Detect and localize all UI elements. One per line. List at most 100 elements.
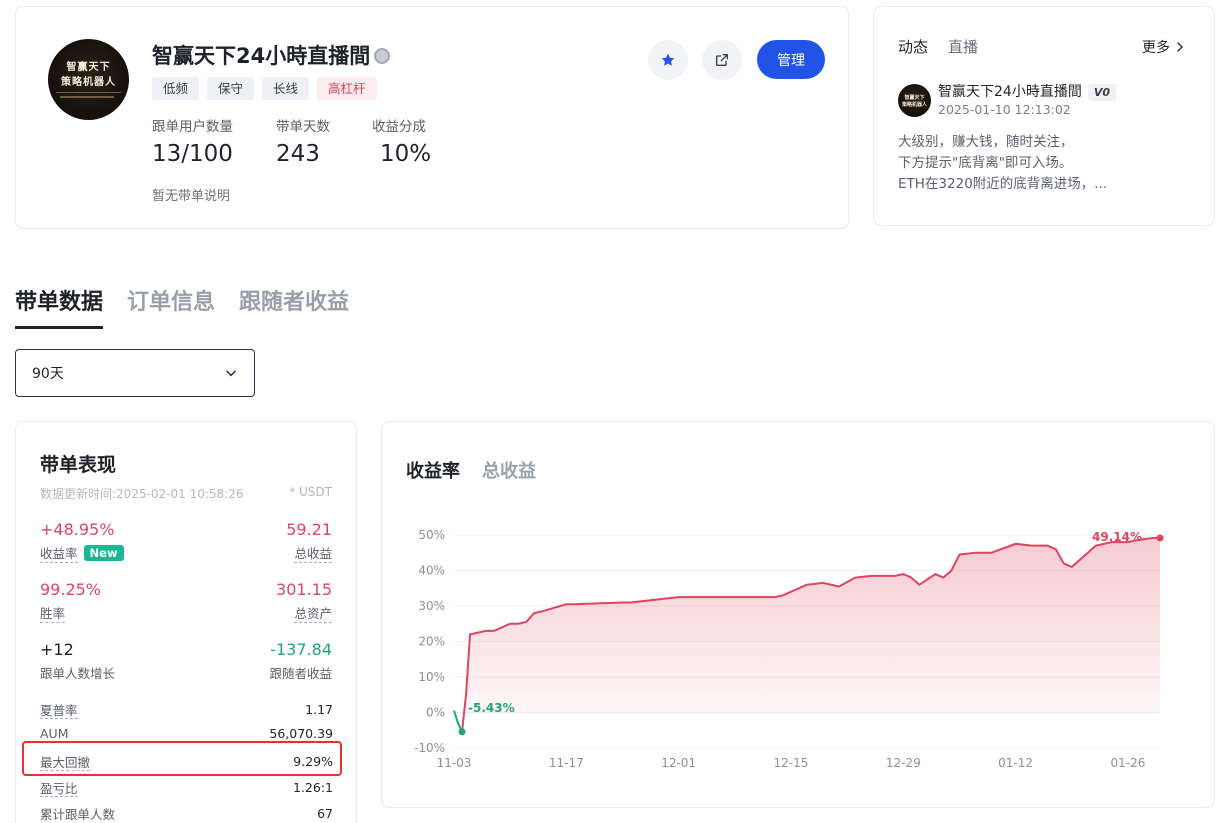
metric-label[interactable]: 收益率 — [40, 543, 78, 563]
max-point — [1156, 534, 1164, 542]
feed-tabs: 动态 直播 — [898, 36, 978, 57]
tab-follower-profit[interactable]: 跟随者收益 — [239, 284, 349, 329]
avatar-small-text2: 策略机器人 — [901, 102, 927, 108]
star-icon — [661, 53, 675, 66]
metric-follower-growth: +12 跟单人数增长 — [40, 640, 115, 682]
avatar-small-text1: 智赢天下 — [904, 95, 925, 101]
return-rate-chart[interactable]: 50% 40% 30% 20% 10% 0% -10%11-03 11-17 12-01 12-1… — [382, 422, 1216, 809]
trader-name-text: 智赢天下24小時直播間 — [152, 44, 371, 68]
stat-value: 13/100 — [152, 141, 233, 167]
metric-value: +12 — [40, 640, 74, 659]
period-select[interactable]: 90天 — [15, 349, 255, 397]
stat-label: 带单天数 — [276, 119, 330, 135]
metric-total-assets: 301.15 总资产 — [276, 580, 332, 623]
tag-long-term: 长线 — [262, 77, 310, 100]
x-tick-label: 01-26 — [1110, 756, 1145, 770]
manage-button[interactable]: 管理 — [757, 40, 825, 79]
main-tabs: 带单数据 订单信息 跟随者收益 — [15, 284, 349, 329]
metric-total-profit: 59.21 总收益 — [286, 520, 332, 563]
row-value: 1.17 — [305, 702, 333, 717]
y-tick-label: 40% — [418, 564, 445, 578]
chart-card: 收益率 总收益 50% 40% 30% 20% 10% 0% -10% 11-03 11-17 1… — [381, 421, 1215, 808]
row-value: 1.26:1 — [293, 780, 333, 795]
metric-label[interactable]: 总资产 — [294, 603, 332, 623]
favorite-button[interactable] — [648, 40, 688, 80]
trader-profile-card: 智赢天下 策略机器人 智赢天下24小時直播間 低频 保守 长线 高杠杆 跟单用户… — [15, 6, 849, 229]
chevron-down-icon — [226, 370, 236, 377]
row-label[interactable]: 盈亏比 — [40, 781, 78, 797]
stat-label: 收益分成 — [372, 119, 426, 135]
trading-description: 暂无带单说明 — [152, 189, 231, 204]
post-timestamp: 2025-01-10 12:13:02 — [938, 102, 1071, 117]
tab-trading-data[interactable]: 带单数据 — [15, 284, 104, 329]
post-line: ETH在3220附近的底背离进场，... — [898, 176, 1108, 192]
tag-low-frequency: 低频 — [152, 77, 200, 100]
x-tick-label: 01-12 — [998, 756, 1033, 770]
tag-high-leverage: 高杠杆 — [317, 77, 377, 100]
metric-value: 59.21 — [286, 520, 332, 539]
stat-trading-days: 带单天数 243 — [276, 115, 330, 167]
stat-label: 跟单用户数量 — [152, 119, 233, 135]
post-content[interactable]: 大级别，赚大钱，随时关注， 下方提示"底背离"即可入场。 ETH在3220附近的… — [898, 132, 1107, 195]
external-link-icon — [716, 54, 728, 66]
row-label[interactable]: 夏普率 — [40, 703, 78, 719]
row-sharpe-ratio: 夏普率 1.17 — [40, 700, 333, 719]
row-total-followers: 累计跟单人数 67 — [40, 804, 333, 823]
max-drawdown-highlight-box — [22, 741, 342, 776]
share-button[interactable] — [702, 40, 742, 80]
activity-feed-card: 动态 直播 更多 智赢天下 策略机器人 智赢天下24小時直播間 V0 2025-0… — [873, 6, 1215, 226]
row-value: 67 — [317, 806, 333, 821]
row-label: AUM — [40, 726, 69, 741]
data-updated-time: 数据更新时间:2025-02-01 10:58:26 — [40, 487, 244, 501]
row-aum: AUM 56,070.39 — [40, 726, 333, 741]
x-tick-label: 12-29 — [886, 756, 921, 770]
y-tick-label: 20% — [418, 635, 445, 649]
y-tick-label: 0% — [426, 706, 445, 720]
y-tick-label: 10% — [418, 670, 445, 684]
stat-follower-count: 跟单用户数量 13/100 — [152, 115, 233, 167]
min-point — [458, 728, 466, 736]
y-tick-label: 30% — [418, 599, 445, 613]
tag-conservative: 保守 — [207, 77, 255, 100]
chevron-right-icon — [1177, 42, 1183, 52]
y-tick-label: -10% — [414, 741, 445, 755]
row-profit-loss-ratio: 盈亏比 1.26:1 — [40, 778, 333, 797]
more-label: 更多 — [1142, 40, 1170, 56]
metric-label[interactable]: 总收益 — [294, 543, 332, 563]
post-author: 智赢天下24小時直播間 V0 — [938, 81, 1116, 101]
tab-live[interactable]: 直播 — [948, 36, 978, 57]
post-author-name: 智赢天下24小時直播間 — [938, 84, 1082, 100]
post-avatar: 智赢天下 策略机器人 — [898, 84, 931, 117]
metric-label[interactable]: 胜率 — [40, 603, 66, 623]
trader-avatar: 智赢天下 策略机器人 — [48, 39, 129, 120]
post-line: 下方提示"底背离"即可入场。 — [898, 155, 1073, 171]
vip-level-badge: V0 — [1087, 84, 1116, 101]
metric-value: +48.95% — [40, 520, 115, 539]
area-fill — [462, 538, 1161, 732]
metric-win-rate: 99.25% 胜率 — [40, 580, 101, 623]
metric-value: 301.15 — [276, 580, 332, 599]
avatar-text-line1: 智赢天下 — [66, 62, 111, 73]
tab-activity[interactable]: 动态 — [898, 36, 928, 57]
stat-value: 10% — [380, 141, 432, 167]
silver-medal-icon — [374, 48, 391, 64]
max-annotation-label: 49.14% — [1092, 530, 1142, 544]
x-tick-label: 12-01 — [661, 756, 696, 770]
min-annotation-label: -5.43% — [468, 701, 515, 715]
metric-value: -137.84 — [270, 640, 332, 659]
avatar-text-line2: 策略机器人 — [61, 77, 116, 88]
y-tick-label: 50% — [418, 528, 445, 542]
metric-value: 99.25% — [40, 580, 102, 599]
new-badge: New — [83, 545, 124, 561]
more-link[interactable]: 更多 — [1142, 37, 1186, 57]
stat-value: 243 — [276, 141, 320, 167]
metric-follower-profit: -137.84 跟随者收益 — [269, 640, 332, 682]
performance-title: 带单表现 — [40, 454, 117, 476]
metric-label: 跟单人数增长 — [40, 666, 116, 681]
avatar-decoration — [56, 92, 121, 102]
trader-name: 智赢天下24小時直播間 — [152, 40, 391, 70]
row-label: 累计跟单人数 — [40, 807, 116, 822]
x-tick-label: 11-03 — [437, 756, 472, 770]
tab-order-info[interactable]: 订单信息 — [127, 284, 215, 329]
row-value: 56,070.39 — [269, 726, 333, 741]
